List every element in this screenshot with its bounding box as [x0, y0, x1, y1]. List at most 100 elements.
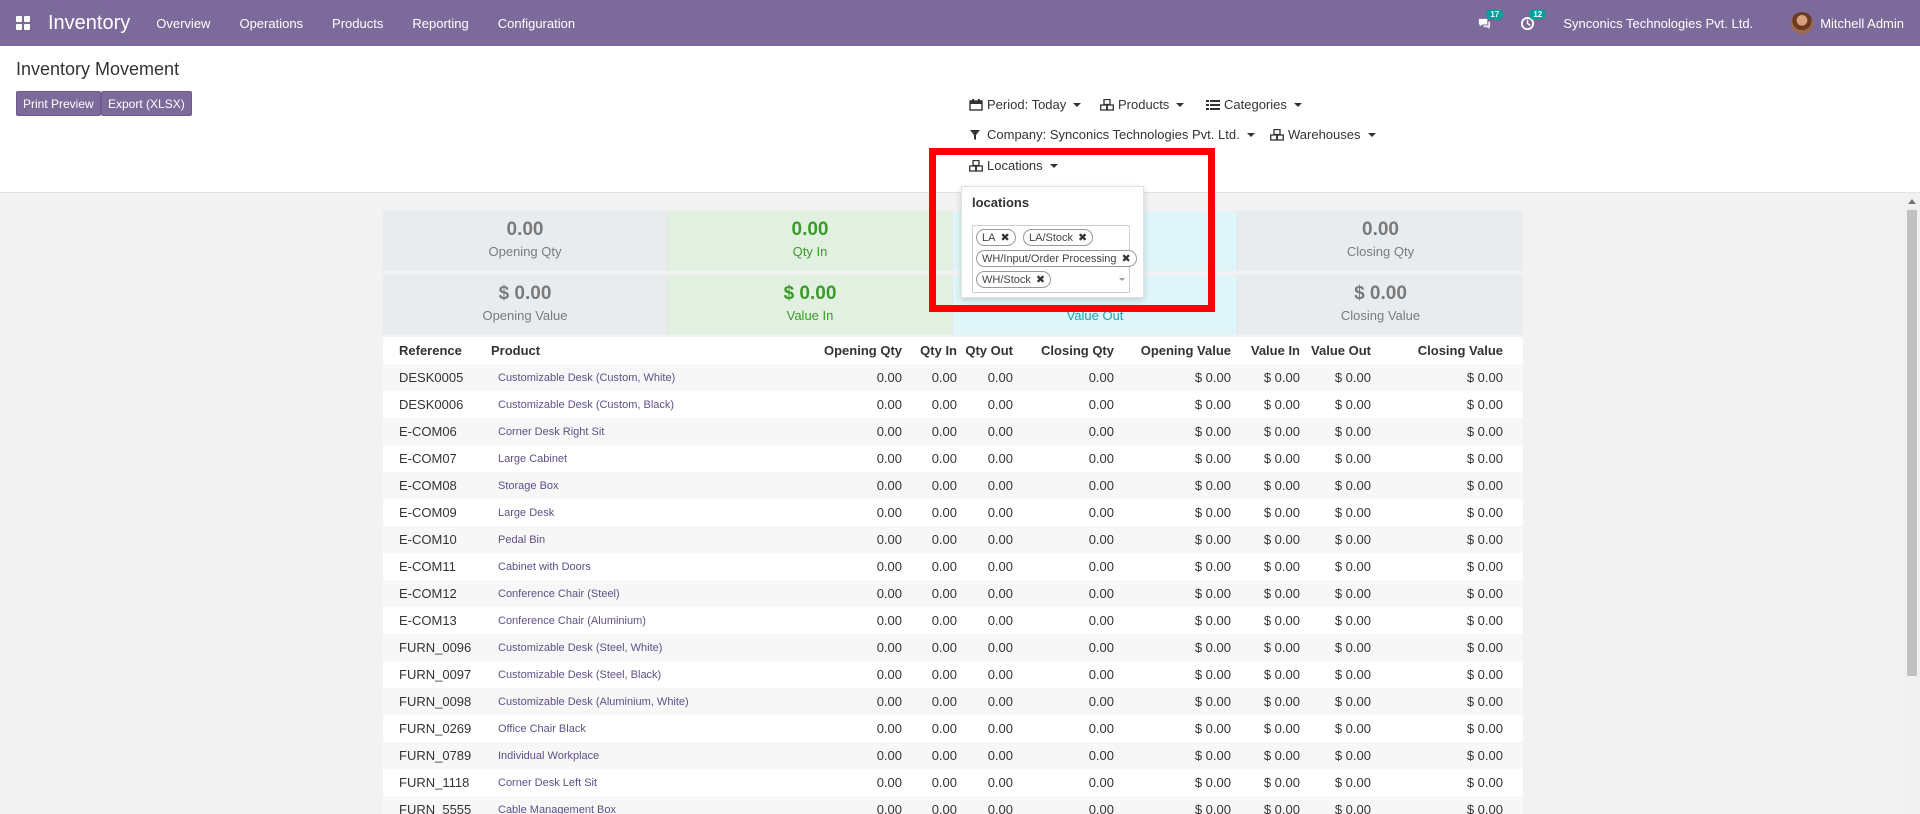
row-product-link[interactable]: Cabinet with Doors — [483, 561, 781, 573]
row-closing-qty: 0.00 — [1088, 505, 1114, 520]
user-avatar[interactable] — [1791, 12, 1814, 34]
header-value-out[interactable]: Value Out — [1300, 343, 1371, 358]
row-reference: E-COM10 — [399, 532, 457, 547]
table-row[interactable]: FURN_0789 Individual Workplace 0.00 0.00 0.0… — [383, 742, 1523, 769]
table-row[interactable]: FURN_0096 Customizable Desk (Steel, White… — [383, 634, 1523, 661]
row-product-link[interactable]: Corner Desk Right Sit — [483, 426, 781, 438]
apps-menu-icon[interactable] — [0, 0, 46, 46]
header-reference[interactable]: Reference — [383, 343, 483, 358]
row-product-link[interactable]: Large Cabinet — [483, 453, 781, 465]
row-closing-value: $ 0.00 — [1466, 586, 1503, 601]
row-closing-value: $ 0.00 — [1466, 451, 1503, 466]
table-header: Reference Product Opening Qty Qty In Qty… — [383, 337, 1523, 364]
scrollbar-thumb[interactable] — [1907, 210, 1917, 676]
row-product-link[interactable]: Storage Box — [483, 480, 781, 492]
row-product-link[interactable]: Customizable Desk (Custom, Black) — [483, 399, 781, 411]
filter-categories[interactable]: Categories — [1206, 97, 1302, 112]
table-row[interactable]: E-COM06 Corner Desk Right Sit 0.00 0.00 0.00… — [383, 418, 1523, 445]
closing-qty-card: 0.00 Closing Qty — [1238, 211, 1523, 271]
cubes-icon — [1100, 98, 1114, 111]
table-row[interactable]: E-COM13 Conference Chair (Aluminium) 0.00 0… — [383, 607, 1523, 634]
row-opening-qty: 0.00 — [876, 802, 902, 814]
table-row[interactable]: E-COM12 Conference Chair (Steel) 0.00 0.00 0… — [383, 580, 1523, 607]
row-reference: E-COM08 — [399, 478, 457, 493]
row-product-link[interactable]: Large Desk — [483, 507, 781, 519]
filter-company[interactable]: Company: Synconics Technologies Pvt. Ltd… — [969, 127, 1255, 142]
table-row[interactable]: FURN_5555 Cable Management Box 0.00 0.00 0.0… — [383, 796, 1523, 814]
row-qty-out: 0.00 — [987, 478, 1013, 493]
header-qty-in[interactable]: Qty In — [902, 343, 957, 358]
table-row[interactable]: DESK0006 Customizable Desk (Custom, Black… — [383, 391, 1523, 418]
user-menu[interactable]: Mitchell Admin — [1820, 16, 1904, 31]
table-row[interactable]: FURN_0097 Customizable Desk (Steel, Black… — [383, 661, 1523, 688]
table-row[interactable]: E-COM08 Storage Box 0.00 0.00 0.00 0.00 $ 0.00… — [383, 472, 1523, 499]
table-row[interactable]: E-COM10 Pedal Bin 0.00 0.00 0.00 0.00 $ 0.00 $ … — [383, 526, 1523, 553]
table-row[interactable]: DESK0005 Customizable Desk (Custom, White… — [383, 364, 1523, 391]
header-closing-value[interactable]: Closing Value — [1371, 343, 1519, 358]
row-value-out: $ 0.00 — [1334, 559, 1371, 574]
row-reference: E-COM06 — [399, 424, 457, 439]
table-row[interactable]: E-COM07 Large Cabinet 0.00 0.00 0.00 0.00 $ 0.… — [383, 445, 1523, 472]
row-value-in: $ 0.00 — [1263, 532, 1300, 547]
row-product-link[interactable]: Corner Desk Left Sit — [483, 777, 781, 789]
row-product-link[interactable]: Customizable Desk (Steel, White) — [483, 642, 781, 654]
table-row[interactable]: E-COM11 Cabinet with Doors 0.00 0.00 0.00 0.0… — [383, 553, 1523, 580]
row-qty-out: 0.00 — [987, 505, 1013, 520]
header-closing-qty[interactable]: Closing Qty — [1013, 343, 1114, 358]
row-closing-qty: 0.00 — [1088, 478, 1114, 493]
nav-operations[interactable]: Operations — [239, 16, 303, 31]
row-product-link[interactable]: Conference Chair (Aluminium) — [483, 615, 781, 627]
print-preview-button[interactable]: Print Preview — [16, 91, 101, 116]
header-opening-qty[interactable]: Opening Qty — [781, 343, 902, 358]
nav-overview[interactable]: Overview — [156, 16, 210, 31]
header-value-in[interactable]: Value In — [1231, 343, 1300, 358]
messages-button[interactable]: 17 — [1477, 8, 1504, 31]
table-row[interactable]: FURN_0098 Customizable Desk (Aluminium, W… — [383, 688, 1523, 715]
row-value-in: $ 0.00 — [1263, 370, 1300, 385]
row-qty-in: 0.00 — [931, 640, 957, 655]
row-reference: FURN_0098 — [399, 694, 472, 709]
filter-products[interactable]: Products — [1100, 97, 1185, 112]
row-product-link[interactable]: Conference Chair (Steel) — [483, 588, 781, 600]
header-opening-value[interactable]: Opening Value — [1114, 343, 1231, 358]
row-opening-qty: 0.00 — [876, 397, 902, 412]
row-product-link[interactable]: Cable Management Box — [483, 804, 781, 814]
app-name[interactable]: Inventory — [48, 12, 130, 35]
nav-products[interactable]: Products — [332, 16, 383, 31]
row-product-link[interactable]: Customizable Desk (Custom, White) — [483, 372, 781, 384]
row-value-out: $ 0.00 — [1334, 370, 1371, 385]
filter-warehouses[interactable]: Warehouses — [1270, 127, 1376, 142]
table-row[interactable]: FURN_1118 Corner Desk Left Sit 0.00 0.00 0.0… — [383, 769, 1523, 796]
export-xlsx-button[interactable]: Export (XLSX) — [101, 91, 192, 116]
row-closing-value: $ 0.00 — [1466, 721, 1503, 736]
header-qty-out[interactable]: Qty Out — [957, 343, 1013, 358]
activities-button[interactable]: 12 — [1520, 8, 1547, 31]
row-product-link[interactable]: Customizable Desk (Steel, Black) — [483, 669, 781, 681]
caret-down-icon — [1246, 132, 1255, 137]
row-value-out: $ 0.00 — [1334, 532, 1371, 547]
filter-period[interactable]: Period: Today — [969, 97, 1082, 112]
row-closing-value: $ 0.00 — [1466, 424, 1503, 439]
row-qty-in: 0.00 — [931, 775, 957, 790]
header-product[interactable]: Product — [483, 343, 781, 358]
row-qty-out: 0.00 — [987, 640, 1013, 655]
nav-reporting[interactable]: Reporting — [412, 16, 468, 31]
scroll-up-arrow-icon[interactable] — [1908, 199, 1916, 204]
row-opening-value: $ 0.00 — [1194, 640, 1231, 655]
row-qty-out: 0.00 — [987, 694, 1013, 709]
row-reference: FURN_1118 — [399, 775, 470, 790]
nav-configuration[interactable]: Configuration — [498, 16, 575, 31]
row-product-link[interactable]: Customizable Desk (Aluminium, White) — [483, 696, 781, 708]
row-qty-out: 0.00 — [987, 721, 1013, 736]
row-product-link[interactable]: Individual Workplace — [483, 750, 781, 762]
company-switcher[interactable]: Synconics Technologies Pvt. Ltd. — [1563, 16, 1753, 31]
table-row[interactable]: E-COM09 Large Desk 0.00 0.00 0.00 0.00 $ 0.00 $… — [383, 499, 1523, 526]
row-opening-value: $ 0.00 — [1194, 613, 1231, 628]
row-closing-value: $ 0.00 — [1466, 532, 1503, 547]
row-qty-in: 0.00 — [931, 370, 957, 385]
vertical-scrollbar[interactable] — [1904, 195, 1920, 814]
table-row[interactable]: FURN_0269 Office Chair Black 0.00 0.00 0.00 0… — [383, 715, 1523, 742]
row-product-link[interactable]: Office Chair Black — [483, 723, 781, 735]
row-product-link[interactable]: Pedal Bin — [483, 534, 781, 546]
row-opening-qty: 0.00 — [876, 505, 902, 520]
